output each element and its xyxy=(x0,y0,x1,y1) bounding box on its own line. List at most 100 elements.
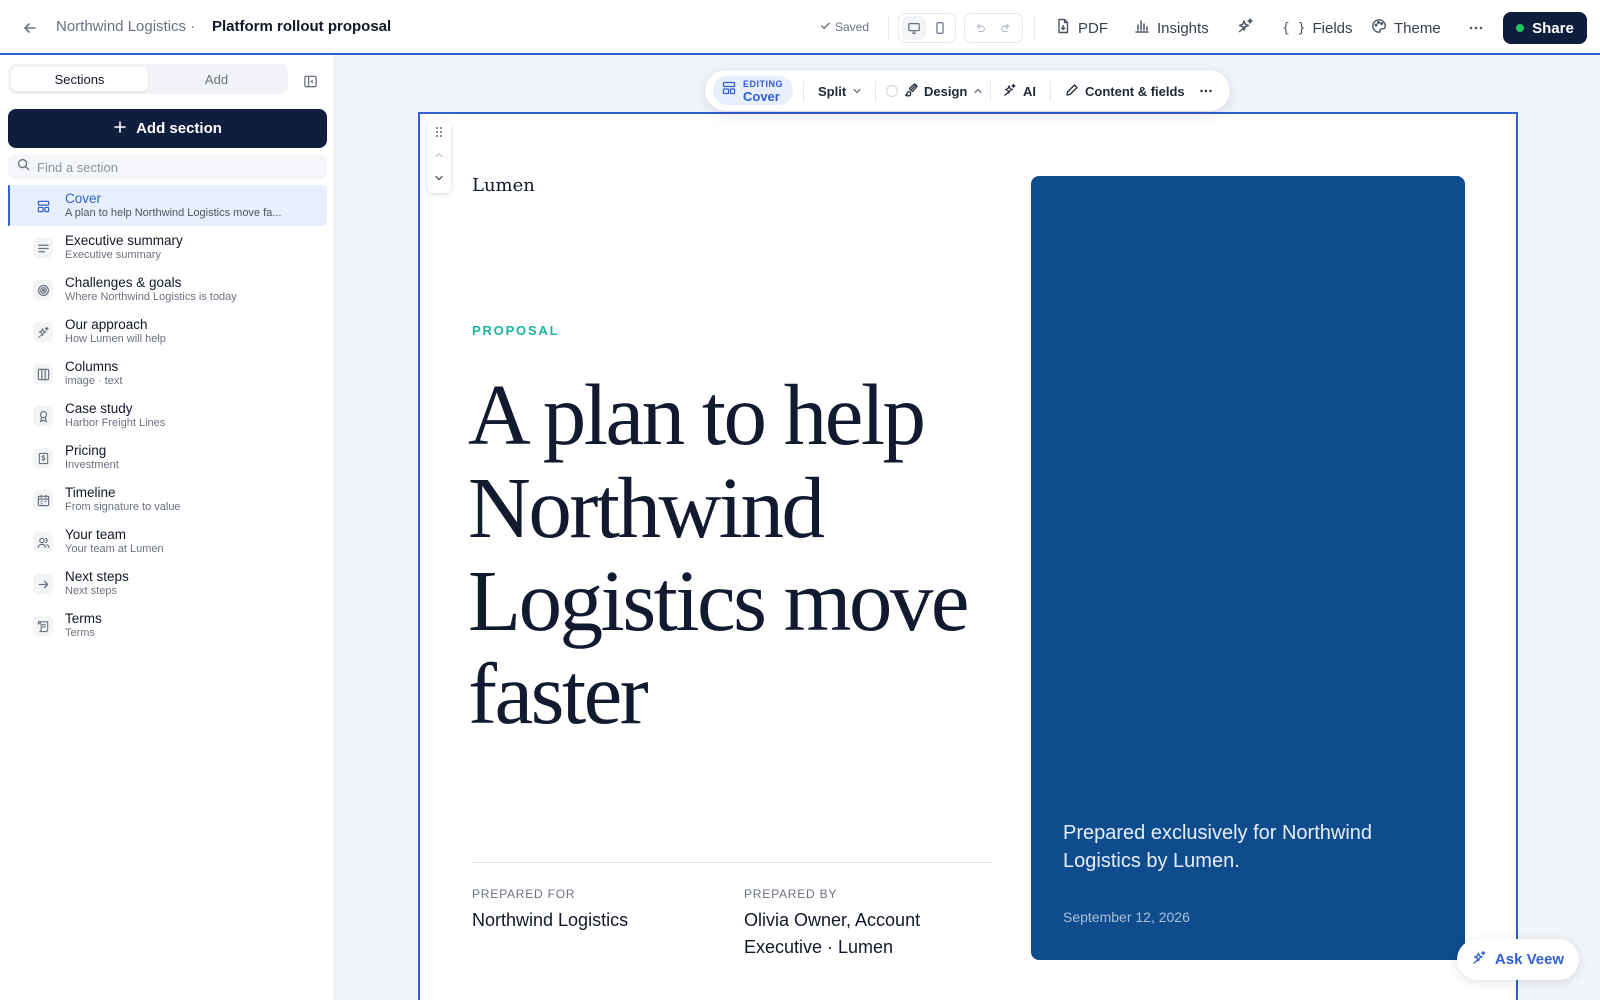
layout-dropdown[interactable]: Split xyxy=(818,80,862,102)
section-item-case-study[interactable]: Case study Harbor Freight Lines xyxy=(8,395,327,436)
document-title[interactable]: Platform rollout proposal xyxy=(212,18,391,35)
target-icon xyxy=(33,280,53,300)
section-subtitle: Next steps xyxy=(65,585,117,597)
ai-magic-button[interactable] xyxy=(1237,14,1255,42)
section-name: Challenges & goals xyxy=(65,275,182,290)
layout-label: Split xyxy=(818,83,847,99)
divider xyxy=(472,862,992,863)
panel-date: September 12, 2026 xyxy=(1063,909,1190,925)
section-subtitle: Harbor Freight Lines xyxy=(65,417,166,429)
breadcrumb[interactable]: Northwind Logistics · xyxy=(56,18,195,35)
divider xyxy=(875,81,876,101)
section-name: Next steps xyxy=(65,569,129,584)
chevron-down-icon xyxy=(852,84,862,99)
prepared-by: PREPARED BY Olivia Owner, Account Execut… xyxy=(744,887,984,961)
section-name: Columns xyxy=(65,359,119,374)
section-name: Our approach xyxy=(65,317,148,332)
device-toggle xyxy=(898,13,956,43)
prepared-for-label: PREPARED FOR xyxy=(472,887,576,901)
more-options-icon[interactable] xyxy=(1468,14,1484,42)
fields-label: Fields xyxy=(1312,19,1353,37)
move-up-icon[interactable] xyxy=(434,147,444,165)
section-search xyxy=(8,155,327,179)
search-icon xyxy=(17,158,30,176)
content-fields-button[interactable]: Content & fields xyxy=(1065,80,1185,102)
panel-dedication: Prepared exclusively for Northwind Logis… xyxy=(1063,822,1373,872)
sparkles-icon xyxy=(33,322,53,342)
theme-button[interactable]: Theme xyxy=(1371,14,1441,42)
section-item-columns[interactable]: Columns image · text xyxy=(8,353,327,394)
award-icon xyxy=(33,406,53,426)
ai-button[interactable]: AI xyxy=(1003,80,1036,102)
section-list: Cover A plan to help Northwind Logistics… xyxy=(8,185,327,647)
section-item-your-team[interactable]: Your team Your team at Lumen xyxy=(8,521,327,562)
sparkles-icon xyxy=(1003,83,1017,100)
section-toolbar: EDITING Cover Split Design AI Content & … xyxy=(705,70,1230,111)
section-item-next-steps[interactable]: Next steps Next steps xyxy=(8,563,327,604)
pdf-button[interactable]: PDF xyxy=(1055,14,1108,42)
section-reorder-handle xyxy=(427,120,451,193)
prepared-by-value: Olivia Owner, Account Executive · Lumen xyxy=(744,910,921,957)
calendar-icon xyxy=(33,490,53,510)
bar-chart-icon xyxy=(1134,18,1150,38)
check-icon xyxy=(820,20,831,34)
desktop-view-icon[interactable] xyxy=(902,16,926,40)
add-section-button[interactable]: Add section xyxy=(8,109,327,148)
divider xyxy=(990,81,991,101)
divider xyxy=(803,81,804,101)
section-name: Cover xyxy=(65,191,102,206)
section-subtitle: Where Northwind Logistics is today xyxy=(65,291,237,303)
section-item-cover[interactable]: Cover A plan to help Northwind Logistics… xyxy=(8,185,327,226)
prepared-by-label: PREPARED BY xyxy=(744,887,838,901)
back-arrow-icon[interactable] xyxy=(15,13,45,43)
more-options-icon[interactable] xyxy=(1199,80,1213,102)
prepared-for-value: Northwind Logistics xyxy=(472,910,629,930)
palette-icon xyxy=(1371,18,1387,38)
search-input[interactable] xyxy=(37,159,317,175)
columns-icon xyxy=(33,364,53,384)
section-item-timeline[interactable]: Timeline From signature to value xyxy=(8,479,327,520)
undo-icon[interactable] xyxy=(968,16,992,40)
section-subtitle: From signature to value xyxy=(65,501,181,513)
mobile-view-icon[interactable] xyxy=(928,16,952,40)
section-subtitle: Investment xyxy=(65,459,119,471)
section-subtitle: Terms xyxy=(65,627,95,639)
ask-assistant-label: Ask Veew xyxy=(1494,951,1565,968)
redo-icon[interactable] xyxy=(994,16,1018,40)
section-subtitle: image · text xyxy=(65,375,123,387)
section-name: Your team xyxy=(65,527,127,542)
move-down-icon[interactable] xyxy=(434,170,444,188)
braces-icon: { } xyxy=(1282,20,1306,36)
editing-section-name: Cover xyxy=(743,88,780,104)
ai-label: AI xyxy=(1023,83,1036,99)
cover-headline: A plan to help Northwind Logistics move … xyxy=(468,366,970,742)
add-section-label: Add section xyxy=(136,120,222,137)
layout-icon xyxy=(722,81,736,100)
sections-sidebar: Sections Add Add section Cover A plan to… xyxy=(0,55,335,1000)
section-item-executive-summary[interactable]: Executive summary Executive summary xyxy=(8,227,327,268)
sparkles-icon xyxy=(1237,17,1255,39)
sidebar-tabs: Sections Add xyxy=(8,64,288,94)
editing-indicator[interactable]: EDITING Cover xyxy=(713,76,793,105)
fields-button[interactable]: { } Fields xyxy=(1282,14,1353,42)
drag-handle-icon[interactable] xyxy=(434,125,444,143)
users-icon xyxy=(33,532,53,552)
section-item-our-approach[interactable]: Our approach How Lumen will help xyxy=(8,311,327,352)
insights-label: Insights xyxy=(1157,19,1209,37)
share-button[interactable]: Share xyxy=(1503,12,1587,44)
ask-assistant-button[interactable]: Ask Veew xyxy=(1457,939,1579,980)
design-dropdown[interactable]: Design xyxy=(886,80,983,102)
file-pdf-icon xyxy=(1055,18,1071,38)
section-name: Pricing xyxy=(65,443,107,458)
pdf-label: PDF xyxy=(1078,19,1108,37)
section-name: Executive summary xyxy=(65,233,183,248)
section-item-challenges-goals[interactable]: Challenges & goals Where Northwind Logis… xyxy=(8,269,327,310)
tab-add[interactable]: Add xyxy=(148,67,285,91)
tab-sections[interactable]: Sections xyxy=(11,67,148,91)
section-item-terms[interactable]: Terms Terms xyxy=(8,605,327,646)
insights-button[interactable]: Insights xyxy=(1134,14,1209,42)
design-label: Design xyxy=(924,83,968,99)
section-item-pricing[interactable]: Pricing Investment xyxy=(8,437,327,478)
collapse-sidebar-icon[interactable] xyxy=(295,66,325,96)
section-name: Timeline xyxy=(65,485,116,500)
